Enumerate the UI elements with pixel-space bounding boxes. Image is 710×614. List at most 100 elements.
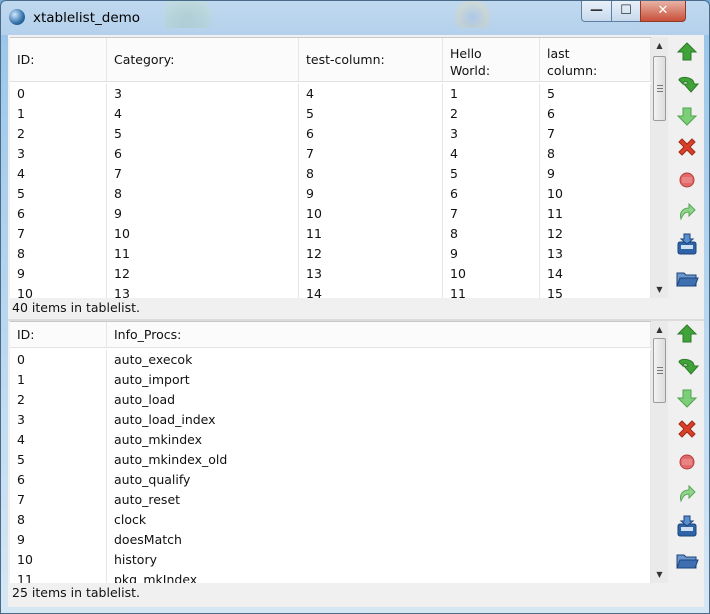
table-row[interactable]: 9 doesMatch	[10, 530, 651, 550]
app-globe-icon[interactable]	[9, 9, 25, 25]
table-cell: 10	[107, 224, 299, 244]
table-row[interactable]: 10 history	[10, 550, 651, 570]
table-cell: 2	[443, 104, 540, 124]
table-cell: 9	[299, 184, 443, 204]
table-cell: 9	[107, 204, 299, 224]
bottom-vertical-scrollbar[interactable]: ▲ ▼	[651, 321, 668, 583]
top-move-down-icon[interactable]	[674, 103, 700, 129]
table-cell: auto_load	[107, 390, 651, 410]
table-cell: 6	[10, 470, 107, 490]
top-table-body[interactable]: 0 3 4 1 5 1 4 5 2 6 2 5 6 3 7 3 6 7 4 8 4 7 8 5 9 5 8 9 6 10 6 9 10 7 11 7 1…	[10, 84, 651, 298]
table-cell: 8	[10, 244, 107, 264]
table-row[interactable]: 0 auto_execok	[10, 350, 651, 370]
top-stop-icon[interactable]	[674, 167, 700, 193]
table-row[interactable]: 36748	[10, 144, 651, 164]
table-cell: 8	[10, 510, 107, 530]
table-row[interactable]: 11 pkg_mkIndex	[10, 570, 651, 583]
bottom-column-header-0[interactable]: ID:	[10, 322, 107, 347]
table-cell: 6	[299, 124, 443, 144]
table-cell: 4	[443, 144, 540, 164]
bottom-status-text: 25 items in tablelist.	[8, 583, 651, 603]
top-column-header-3[interactable]: Hello World:	[443, 38, 540, 81]
bottom-table-body[interactable]: 0 auto_execok 1 auto_import 2 auto_load 3 auto_…	[10, 350, 651, 583]
header-line: last	[547, 46, 570, 61]
bottom-save-icon[interactable]	[674, 514, 700, 540]
bottom-redo-icon[interactable]	[674, 481, 700, 507]
grip-icon	[657, 85, 663, 92]
maximize-button[interactable]: ☐	[611, 1, 641, 22]
top-column-header-1[interactable]: Category:	[107, 38, 299, 81]
bottom-delete-icon[interactable]	[674, 417, 700, 443]
top-open-folder-icon[interactable]	[674, 265, 700, 291]
table-row[interactable]: 47859	[10, 164, 651, 184]
top-delete-icon[interactable]	[674, 135, 700, 161]
table-row[interactable]: 1 auto_import	[10, 370, 651, 390]
minimize-button[interactable]: —	[581, 1, 612, 22]
scroll-thumb[interactable]	[653, 338, 666, 403]
table-row[interactable]: 03415	[10, 84, 651, 104]
table-cell: 7	[540, 124, 651, 144]
table-row[interactable]: 9 12 13 10 14	[10, 264, 651, 284]
close-button[interactable]: ✕	[640, 1, 686, 22]
table-cell: 10	[299, 204, 443, 224]
title-bar[interactable]: xtablelist_demo — ☐ ✕	[1, 1, 709, 35]
table-row[interactable]: 8 11 12 9 13	[10, 244, 651, 264]
table-cell: auto_import	[107, 370, 651, 390]
table-cell: 10	[10, 284, 107, 298]
top-redo-icon[interactable]	[674, 199, 700, 225]
bottom-tablelist[interactable]: ID: Info_Procs: 0 auto_execok 1 auto_import 2…	[10, 321, 651, 583]
table-cell: 7	[299, 144, 443, 164]
header-line: Hello	[450, 46, 482, 61]
stop-icon	[679, 454, 695, 470]
top-vertical-scrollbar[interactable]: ▲ ▼	[651, 37, 668, 298]
open-folder-icon	[676, 554, 699, 569]
top-column-header-0[interactable]: ID:	[10, 38, 107, 81]
top-save-icon[interactable]	[674, 232, 700, 258]
scroll-up-arrow-icon[interactable]: ▲	[651, 37, 668, 54]
minimize-icon: —	[590, 3, 603, 18]
scroll-down-arrow-icon[interactable]: ▼	[651, 566, 668, 583]
top-column-header-4[interactable]: last column:	[540, 38, 651, 81]
table-row[interactable]: 8 clock	[10, 510, 651, 530]
window-title: xtablelist_demo	[33, 10, 141, 26]
scroll-up-arrow-icon[interactable]: ▲	[651, 321, 668, 338]
table-row[interactable]: 7 10 11 8 12	[10, 224, 651, 244]
top-table-header: ID: Category: test-column: Hello World: last c…	[10, 38, 651, 82]
table-row[interactable]: 25637	[10, 124, 651, 144]
table-row[interactable]: 14526	[10, 104, 651, 124]
table-cell: 0	[10, 84, 107, 104]
table-cell: 11	[443, 284, 540, 298]
top-move-up-icon[interactable]	[674, 39, 700, 65]
scroll-down-arrow-icon[interactable]: ▼	[651, 281, 668, 298]
table-cell: 5	[10, 450, 107, 470]
table-row[interactable]: 10 13 14 11 15	[10, 284, 651, 298]
table-row[interactable]: 3 auto_load_index	[10, 410, 651, 430]
top-tablelist[interactable]: ID: Category: test-column: Hello World: last c…	[10, 37, 651, 298]
top-move-down-curved-icon[interactable]	[674, 72, 700, 98]
header-label: last column:	[547, 45, 597, 79]
table-row[interactable]: 6 auto_qualify	[10, 470, 651, 490]
top-column-header-2[interactable]: test-column:	[299, 38, 443, 81]
table-row[interactable]: 5 8 9 6 10	[10, 184, 651, 204]
bottom-stop-icon[interactable]	[674, 449, 700, 475]
table-cell: 6	[443, 184, 540, 204]
table-cell: 5	[107, 124, 299, 144]
table-cell: 3	[107, 84, 299, 104]
bottom-move-up-icon[interactable]	[674, 321, 700, 347]
table-row[interactable]: 4 auto_mkindex	[10, 430, 651, 450]
app-window: xtablelist_demo — ☐ ✕ ID: Category: test-c…	[0, 0, 710, 614]
bottom-tablelist-panel: ID: Info_Procs: 0 auto_execok 1 auto_import 2…	[8, 321, 704, 607]
table-cell: 12	[299, 244, 443, 264]
bottom-move-down-icon[interactable]	[674, 385, 700, 411]
bottom-move-down-curved-icon[interactable]	[674, 354, 700, 380]
bottom-column-header-1[interactable]: Info_Procs:	[107, 322, 651, 347]
client-area: ID: Category: test-column: Hello World: last c…	[8, 35, 704, 607]
table-row[interactable]: 6 9 10 7 11	[10, 204, 651, 224]
table-row[interactable]: 5 auto_mkindex_old	[10, 450, 651, 470]
scroll-thumb[interactable]	[653, 56, 666, 121]
bottom-open-folder-icon[interactable]	[674, 547, 700, 573]
table-cell: 3	[10, 144, 107, 164]
move-up-icon	[676, 42, 698, 61]
table-row[interactable]: 2 auto_load	[10, 390, 651, 410]
table-row[interactable]: 7 auto_reset	[10, 490, 651, 510]
